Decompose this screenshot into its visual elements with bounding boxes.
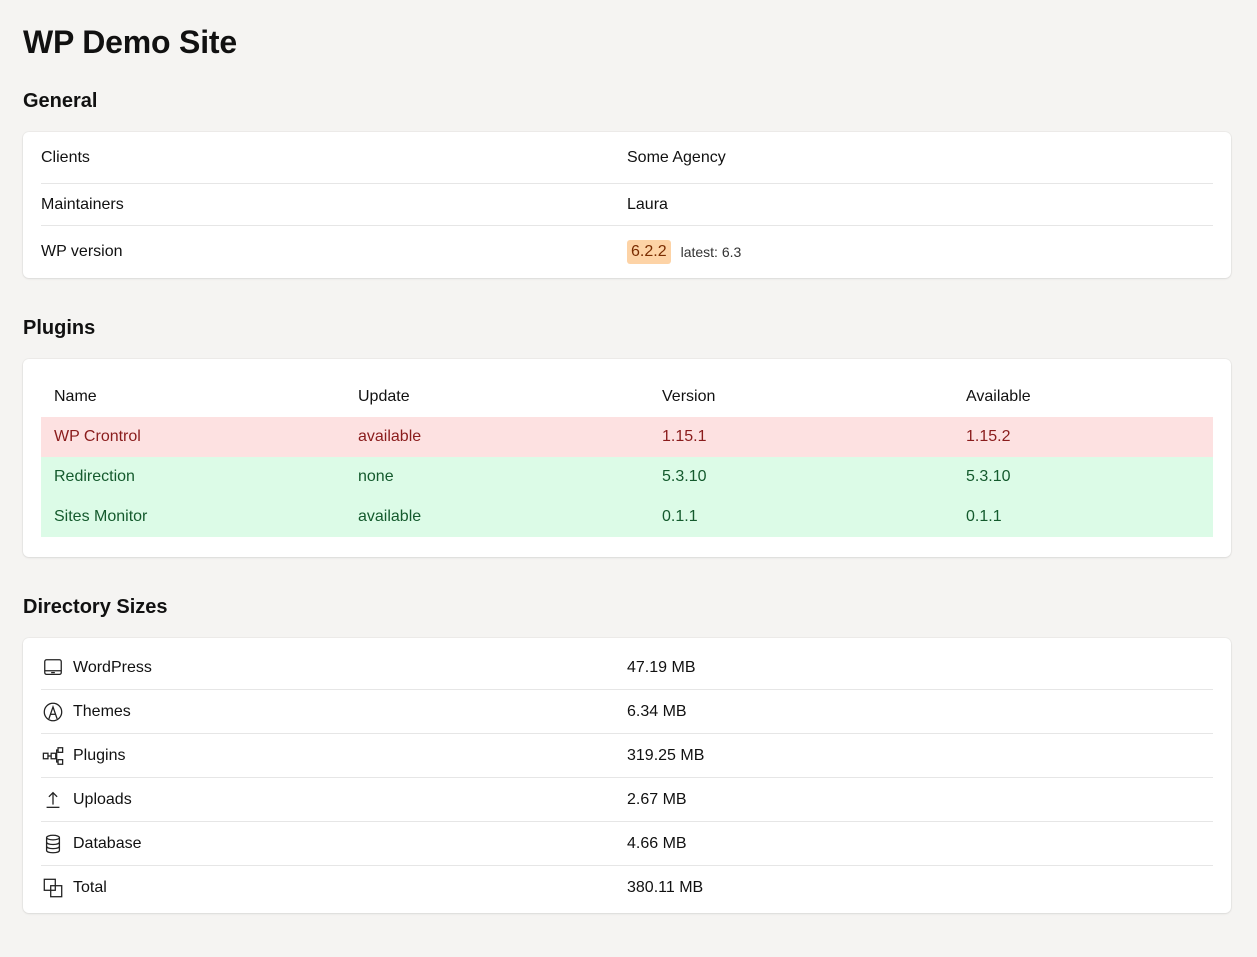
col-header-name: Name (54, 388, 97, 405)
plugin-name: WP Crontrol (41, 417, 345, 457)
plugin-version: 0.1.1 (649, 497, 953, 537)
col-header-available: Available (966, 388, 1031, 405)
directory-size: 6.34 MB (627, 702, 687, 720)
directory-sizes-heading: Directory Sizes (23, 596, 168, 618)
directory-label: Themes (73, 702, 131, 720)
plugins-header-row: Name Update Version Available (41, 377, 1213, 417)
table-row: Redirection none 5.3.10 5.3.10 (41, 457, 1213, 497)
directory-label: Total (73, 878, 107, 896)
plugin-name: Redirection (41, 457, 345, 497)
plugin-version: 5.3.10 (649, 457, 953, 497)
plugins-card: Name Update Version Available WP Crontro… (23, 359, 1231, 557)
directory-label: Plugins (73, 746, 126, 764)
palette-icon (41, 700, 65, 724)
general-row-clients: Clients Some Agency (41, 132, 1213, 184)
wp-latest-version: latest: 6.3 (680, 244, 742, 260)
directory-label: WordPress (73, 658, 152, 676)
directory-size: 319.25 MB (627, 746, 705, 764)
general-value: Laura (627, 195, 668, 213)
general-label: Clients (41, 148, 90, 166)
directory-size: 47.19 MB (627, 658, 696, 676)
plugins-heading: Plugins (23, 317, 96, 339)
laptop-icon (41, 656, 65, 680)
directory-label: Database (73, 834, 142, 852)
directory-label: Uploads (73, 790, 132, 808)
list-item: WordPress 47.19 MB (41, 646, 1213, 690)
list-item: Uploads 2.67 MB (41, 778, 1213, 822)
database-icon (41, 832, 65, 856)
plugin-available: 5.3.10 (953, 457, 1213, 497)
plugin-update: available (345, 497, 649, 537)
plugins-table: Name Update Version Available WP Crontro… (41, 377, 1213, 537)
general-value: 6.2.2 latest: 6.3 (627, 240, 741, 264)
plugin-update: available (345, 417, 649, 457)
table-row: WP Crontrol available 1.15.1 1.15.2 (41, 417, 1213, 457)
list-item: Plugins 319.25 MB (41, 734, 1213, 778)
plugin-name: Sites Monitor (41, 497, 345, 537)
plugin-tree-icon (41, 744, 65, 768)
general-heading: General (23, 90, 98, 112)
directory-sizes-card: WordPress 47.19 MB Themes 6.34 MB Plugin… (23, 638, 1231, 913)
general-row-wp-version: WP version 6.2.2 latest: 6.3 (41, 226, 1213, 278)
wp-version-badge: 6.2.2 (627, 240, 671, 264)
upload-icon (41, 788, 65, 812)
stack-icon (41, 876, 65, 900)
plugin-available: 0.1.1 (953, 497, 1213, 537)
plugin-available: 1.15.2 (953, 417, 1213, 457)
list-item: Database 4.66 MB (41, 822, 1213, 866)
list-item: Total 380.11 MB (41, 866, 1213, 909)
general-label: Maintainers (41, 195, 124, 213)
general-row-maintainers: Maintainers Laura (41, 184, 1213, 226)
col-header-update: Update (358, 388, 410, 405)
table-row: Sites Monitor available 0.1.1 0.1.1 (41, 497, 1213, 537)
directory-size: 380.11 MB (627, 878, 704, 896)
list-item: Themes 6.34 MB (41, 690, 1213, 734)
plugin-version: 1.15.1 (649, 417, 953, 457)
directory-size: 2.67 MB (627, 790, 687, 808)
general-label: WP version (41, 243, 123, 260)
plugin-update: none (345, 457, 649, 497)
col-header-version: Version (662, 388, 716, 405)
general-card: Clients Some Agency Maintainers Laura WP… (23, 132, 1231, 278)
general-value: Some Agency (627, 148, 726, 166)
page-title: WP Demo Site (23, 24, 237, 60)
directory-size: 4.66 MB (627, 834, 687, 852)
